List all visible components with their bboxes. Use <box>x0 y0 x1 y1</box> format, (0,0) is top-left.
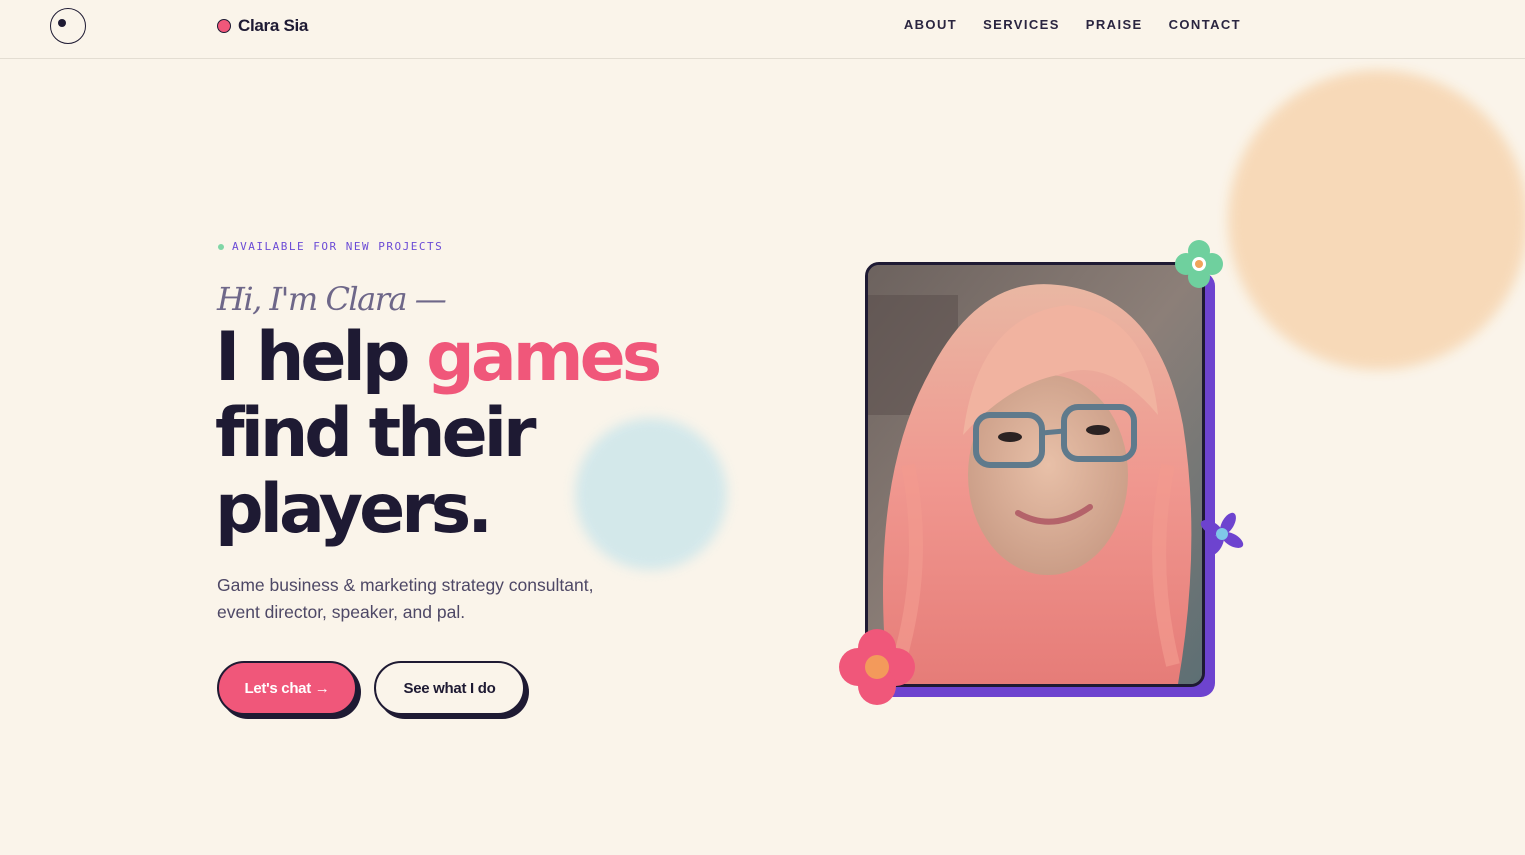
nav-praise[interactable]: PRAISE <box>1086 17 1143 32</box>
purple-flower-icon <box>1200 512 1244 556</box>
headline-line3: players. <box>215 470 493 549</box>
see-what-i-do-button[interactable]: See what I do <box>374 661 525 715</box>
brand-name: Clara Sia <box>238 16 309 35</box>
cursor-dot <box>58 19 66 27</box>
availability-badge: AVAILABLE FOR NEW PROJECTS <box>218 240 443 253</box>
main-nav: ABOUT SERVICES PRAISE CONTACT <box>904 17 1241 32</box>
site-header: Clara Sia ABOUT SERVICES PRAISE CONTACT <box>0 0 1525 59</box>
nav-services[interactable]: SERVICES <box>983 17 1060 32</box>
nav-contact[interactable]: CONTACT <box>1169 17 1241 32</box>
pink-flower-icon <box>839 629 915 705</box>
pink-dot-icon <box>217 19 231 33</box>
brand-logo[interactable]: Clara Sia <box>217 14 308 38</box>
status-dot-icon <box>218 243 224 250</box>
hero-subtitle: Game business & marketing strategy consu… <box>217 575 594 622</box>
availability-text: AVAILABLE FOR NEW PROJECTS <box>232 240 444 253</box>
headline-part1: I help <box>215 318 427 397</box>
hero-headline: I help games find their players. <box>215 320 775 548</box>
green-flower-icon <box>1175 240 1223 288</box>
nav-about[interactable]: ABOUT <box>904 17 957 32</box>
peach-blob-decoration <box>1228 70 1525 370</box>
profile-photo <box>865 262 1205 687</box>
headline-line2: find their <box>215 394 537 473</box>
hero-greeting: Hi, I'm Clara — <box>217 280 447 318</box>
cursor-circle-icon[interactable] <box>50 8 86 44</box>
headline-accent: games <box>426 318 662 397</box>
lets-chat-button[interactable]: Let's chat → <box>217 661 357 715</box>
